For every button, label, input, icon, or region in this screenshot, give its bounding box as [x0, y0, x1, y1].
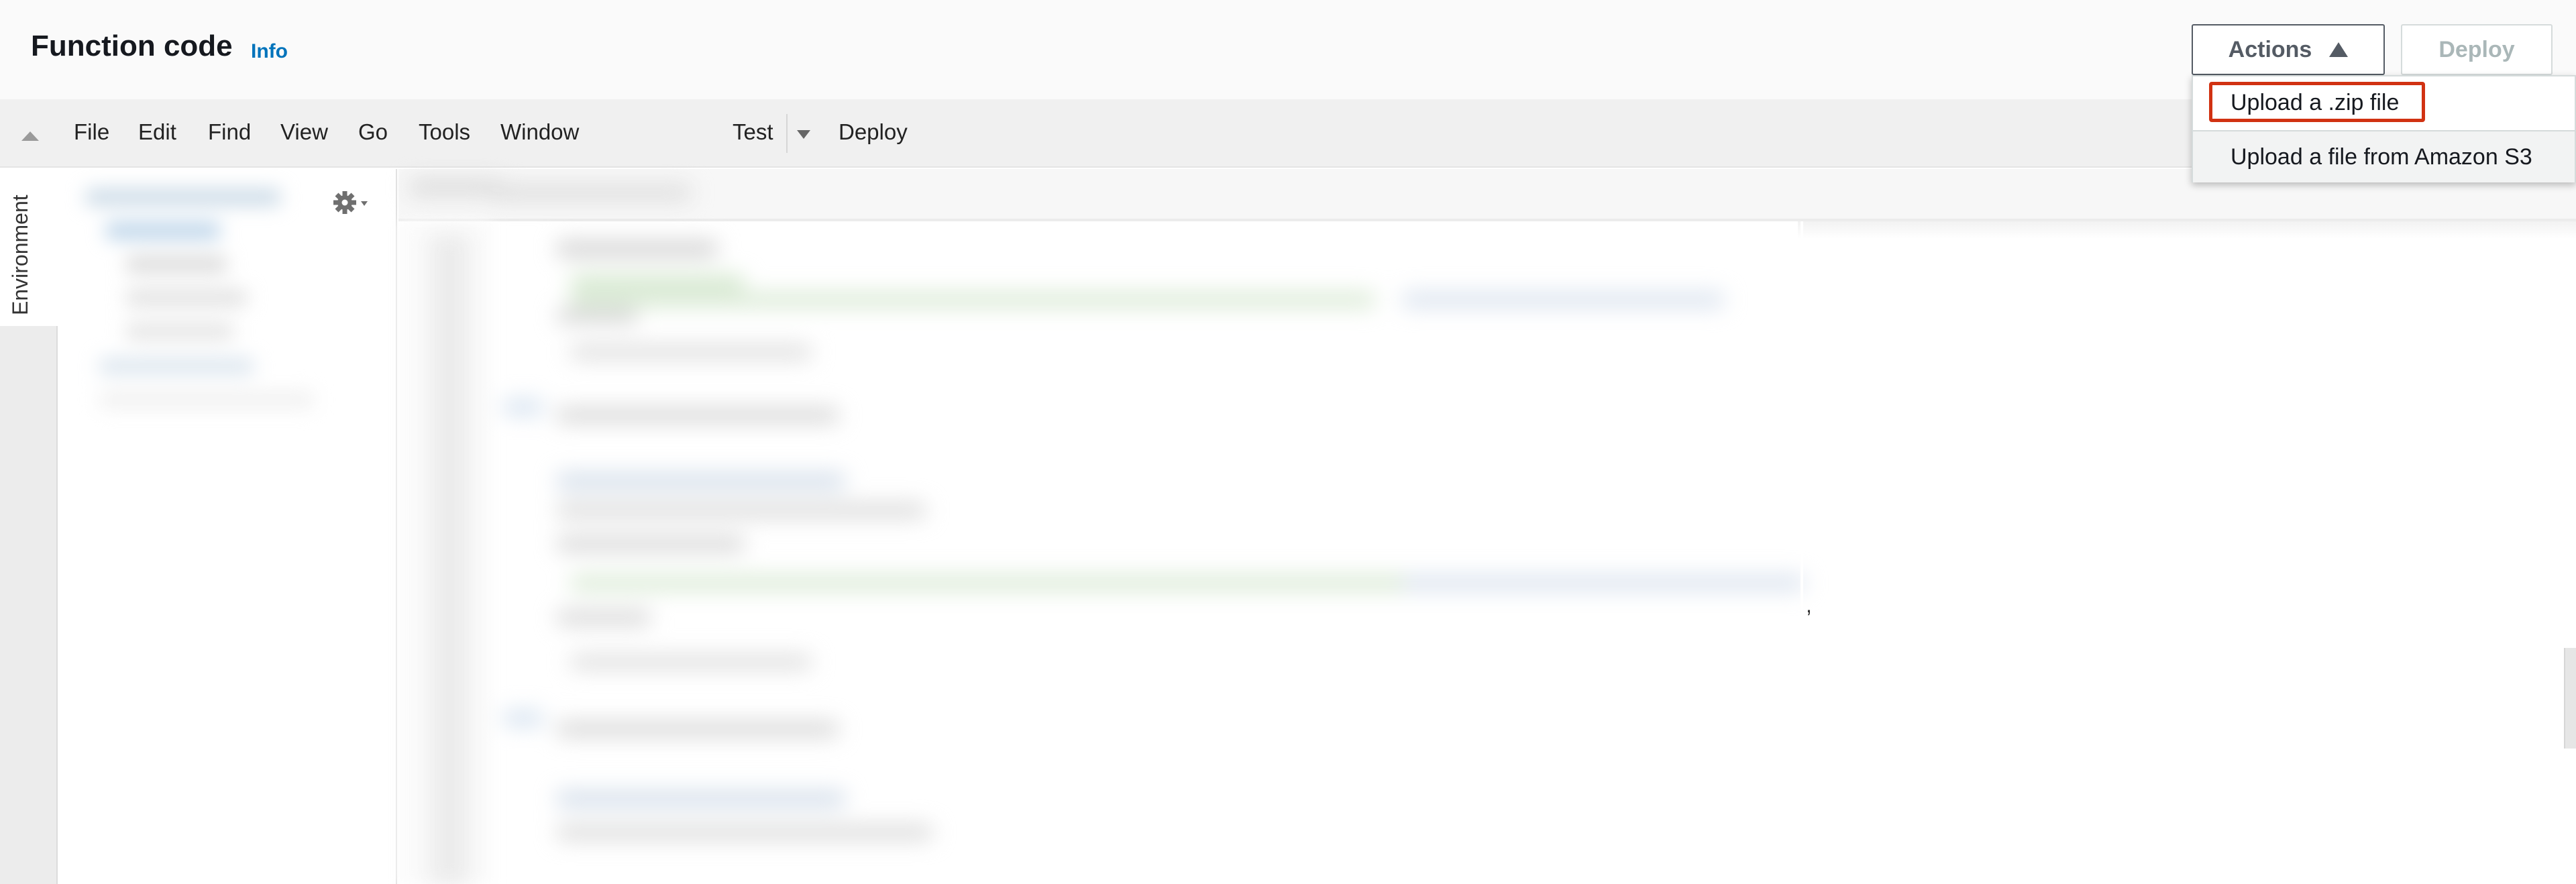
- tree-row: [86, 189, 280, 205]
- menu-separator: [786, 114, 788, 153]
- tree-row: [99, 392, 314, 408]
- code-line: [557, 474, 845, 488]
- code-line: [1402, 575, 1805, 590]
- file-tree-blurred: [86, 182, 335, 415]
- tree-row: [126, 323, 233, 339]
- code-line: [490, 185, 691, 200]
- menu-view[interactable]: View: [280, 119, 328, 145]
- menu-edit[interactable]: Edit: [138, 119, 176, 145]
- menu-deploy[interactable]: Deploy: [839, 119, 908, 145]
- editor-scrollbar[interactable]: [2564, 648, 2576, 749]
- code-line: [409, 180, 503, 195]
- actions-button[interactable]: Actions: [2192, 24, 2385, 75]
- collapse-caret-icon[interactable]: [21, 131, 39, 141]
- stray-comma: ,: [1806, 593, 1812, 617]
- code-line: [570, 292, 1375, 307]
- caret-down-icon[interactable]: [797, 130, 810, 139]
- ide-menu-bar: File Edit Find View Go Tools Window Test…: [0, 99, 2576, 168]
- code-line: [570, 655, 812, 669]
- menu-find[interactable]: Find: [208, 119, 251, 145]
- code-line: [570, 575, 1415, 590]
- code-content-blurred: [402, 168, 1805, 884]
- menu-go[interactable]: Go: [358, 119, 388, 145]
- function-code-header: Function code Info Actions Deploy: [0, 0, 2576, 99]
- code-line: [557, 309, 637, 323]
- highlight-annotation: [2209, 82, 2425, 122]
- tree-row: [126, 290, 247, 306]
- code-line: [570, 275, 745, 290]
- code-line: [1402, 292, 1724, 307]
- editor-overlay-edge: [1801, 221, 1803, 884]
- code-line: [557, 825, 932, 840]
- upload-from-s3-menu-item[interactable]: Upload a file from Amazon S3: [2193, 130, 2575, 182]
- tree-row: [126, 256, 227, 272]
- actions-button-label: Actions: [2228, 36, 2312, 62]
- code-line: [557, 610, 651, 625]
- gear-icon[interactable]: [331, 188, 372, 219]
- environment-tab-label: Environment: [8, 195, 32, 315]
- menu-tools[interactable]: Tools: [419, 119, 470, 145]
- page-title: Function code: [31, 30, 233, 62]
- code-line: [503, 711, 543, 726]
- info-link[interactable]: Info: [251, 40, 288, 63]
- code-line: [557, 503, 926, 518]
- code-line: [557, 722, 839, 736]
- code-line: [503, 400, 543, 415]
- caret-up-icon: [2329, 42, 2349, 57]
- menu-test[interactable]: Test: [733, 119, 773, 145]
- menu-file[interactable]: File: [74, 119, 109, 145]
- code-line: [557, 791, 845, 806]
- tree-row: [99, 358, 254, 374]
- menu-window[interactable]: Window: [500, 119, 579, 145]
- code-line: [557, 408, 839, 423]
- code-line: [557, 241, 718, 256]
- code-line: [557, 537, 745, 551]
- tree-row: [106, 223, 220, 239]
- code-line: [570, 345, 812, 360]
- editor-divider: [1798, 221, 2576, 239]
- deploy-button[interactable]: Deploy: [2401, 24, 2553, 75]
